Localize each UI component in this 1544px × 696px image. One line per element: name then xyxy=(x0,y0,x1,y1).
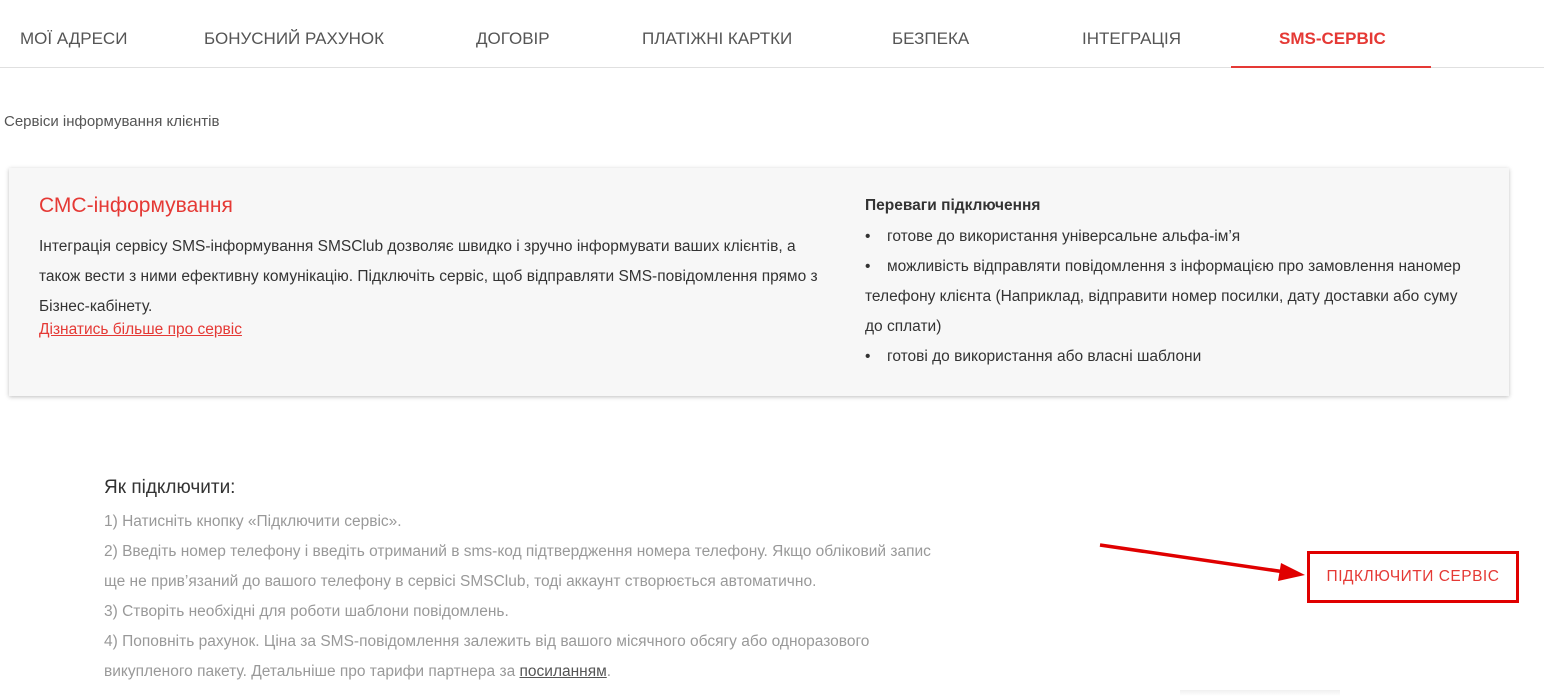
step-4: 4) Поповніть рахунок. Ціна за SMS-повідо… xyxy=(104,627,954,687)
section-title: Сервіси інформування клієнтів xyxy=(4,113,220,130)
benefit-item: готове до використання універсальне альф… xyxy=(865,222,1475,252)
step-4-text: 4) Поповніть рахунок. Ціна за SMS-повідо… xyxy=(104,633,870,680)
connect-service-button[interactable]: ПІДКЛЮЧИТИ СЕРВІС xyxy=(1307,551,1519,603)
bottom-shadow xyxy=(1180,690,1340,696)
tab-payment-cards[interactable]: ПЛАТІЖНІ КАРТКИ xyxy=(642,0,792,68)
step-2: 2) Введіть номер телефону і введіть отри… xyxy=(104,543,931,590)
benefits-list: готове до використання універсальне альф… xyxy=(865,222,1475,372)
step-3: 3) Створіть необхідні для роботи шаблони… xyxy=(104,603,509,620)
active-tab-indicator xyxy=(1231,66,1431,68)
sms-service-card: СМС-інформування Інтеграція сервісу SMS-… xyxy=(9,168,1509,396)
tab-my-addresses[interactable]: МОЇ АДРЕСИ xyxy=(20,0,127,68)
tab-bar: МОЇ АДРЕСИ БОНУСНИЙ РАХУНОК ДОГОВІР ПЛАТ… xyxy=(0,0,1544,68)
step-1: 1) Натисніть кнопку «Підключити сервіс». xyxy=(104,513,402,530)
step-4-end: . xyxy=(606,663,612,680)
tab-integration[interactable]: ІНТЕГРАЦІЯ xyxy=(1082,0,1181,68)
benefit-text: готове до використання універсальне альф… xyxy=(887,228,1241,245)
benefit-text: можливість відправляти повідомлення з ін… xyxy=(865,258,1461,335)
benefits-title: Переваги підключення xyxy=(865,197,1041,214)
card-description: Інтеграція сервісу SMS-інформування SMSC… xyxy=(39,238,818,315)
card-title: СМС-інформування xyxy=(39,194,233,217)
tab-security[interactable]: БЕЗПЕКА xyxy=(892,0,969,68)
annotation-arrow-icon xyxy=(1099,543,1305,581)
tab-contract[interactable]: ДОГОВІР xyxy=(476,0,550,68)
tab-sms-service[interactable]: SMS-СЕРВІС xyxy=(1279,0,1386,68)
connection-steps: 1) Натисніть кнопку «Підключити сервіс».… xyxy=(104,507,954,687)
tariffs-link[interactable]: посиланням xyxy=(520,663,607,680)
learn-more-link[interactable]: Дізнатись більше про сервіс xyxy=(39,321,242,339)
tab-bonus-account[interactable]: БОНУСНИЙ РАХУНОК xyxy=(204,0,384,68)
benefit-item: можливість відправляти повідомлення з ін… xyxy=(865,252,1475,342)
benefit-item: готові до використання або власні шаблон… xyxy=(865,342,1475,372)
how-to-connect-title: Як підключити: xyxy=(104,477,236,498)
benefit-text: готові до використання або власні шаблон… xyxy=(887,348,1202,365)
